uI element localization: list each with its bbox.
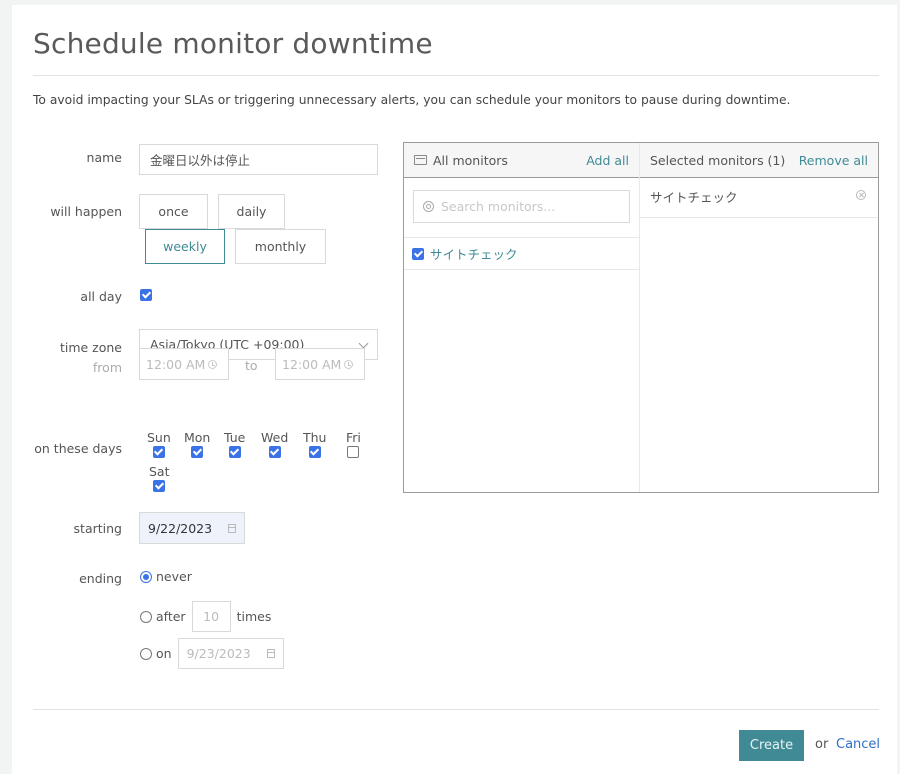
add-all-link[interactable]: Add all [586,153,629,168]
monitor-search-wrap: Search monitors... [404,178,639,238]
create-button[interactable]: Create [739,730,804,761]
search-icon [423,201,434,212]
ending-label: ending [79,571,122,586]
from-label: from [92,360,122,375]
day-sat-checkbox[interactable] [153,480,166,492]
day-sun-label: Sun [147,430,171,445]
day-tue[interactable]: Tue [224,431,245,458]
monitor-picker: All monitors Add all Search monitors... … [403,142,879,493]
folder-icon [414,155,427,165]
ending-after-label: after [156,609,186,624]
day-sat[interactable]: Sat [149,465,170,492]
day-tue-checkbox[interactable] [228,446,241,458]
day-tue-label: Tue [224,430,246,445]
day-wed-label: Wed [261,430,289,445]
day-wed[interactable]: Wed [261,431,288,458]
monitor-search-placeholder: Search monitors... [441,199,556,214]
ending-never-option[interactable]: never [140,569,192,584]
cancel-link[interactable]: Cancel [836,737,880,752]
selected-monitors-header: Selected monitors (1) Remove all [640,143,878,178]
day-mon-checkbox[interactable] [191,446,204,458]
day-thu-label: Thu [303,430,327,445]
remove-circle-icon[interactable] [856,190,866,200]
frequency-label: will happen [50,204,122,219]
name-input-value: 金曜日以外は停止 [150,153,251,168]
all-day-label: all day [80,289,122,304]
ending-on-radio[interactable] [140,647,152,660]
days-label: on these days [34,441,122,456]
available-monitor-checkbox[interactable] [412,247,424,260]
available-monitor-name: サイトチェック [430,247,518,262]
to-time-input[interactable]: 12:00 AM [275,348,365,380]
from-time-value: 12:00 AM [146,356,206,372]
intro-text: To avoid impacting your SLAs or triggeri… [33,93,791,107]
day-mon-label: Mon [184,430,211,445]
day-sun-checkbox[interactable] [152,446,165,458]
frequency-daily-button[interactable]: daily [218,194,285,229]
clock-icon [344,359,354,369]
day-sun[interactable]: Sun [147,431,171,458]
ending-never-label: never [156,569,192,584]
day-sat-label: Sat [149,464,170,479]
ending-never-radio[interactable] [140,570,152,583]
starting-date-value: 9/22/2023 [148,520,213,536]
selected-monitor-name: サイトチェック [650,190,738,205]
ending-after-radio[interactable] [140,610,152,623]
frequency-monthly-button[interactable]: monthly [235,229,326,264]
starting-date-input[interactable]: 9/22/2023 [139,512,245,544]
frequency-weekly-button[interactable]: weekly [145,229,225,264]
ending-after-count-input[interactable]: 10 [191,601,231,632]
ending-times-label: times [236,609,272,624]
page-title: Schedule monitor downtime [33,27,433,60]
day-wed-checkbox[interactable] [268,446,281,458]
to-label: to [245,358,258,373]
calendar-icon [228,523,236,533]
all-monitors-column: All monitors Add all Search monitors... … [404,143,640,492]
all-monitors-header: All monitors Add all [404,143,639,178]
selected-monitor-item: サイトチェック [640,178,878,218]
remove-all-link[interactable]: Remove all [799,153,868,168]
starting-label: starting [73,521,122,536]
ending-on-date-value: 9/23/2023 [186,646,251,661]
footer-divider [33,709,879,710]
name-label: name [86,150,122,165]
available-monitor-item[interactable]: サイトチェック [404,238,639,270]
to-time-value: 12:00 AM [282,356,342,372]
name-input[interactable]: 金曜日以外は停止 [139,144,378,175]
schedule-downtime-panel: Schedule monitor downtime To avoid impac… [12,5,897,774]
selected-monitors-column: Selected monitors (1) Remove all サイトチェック [640,143,878,492]
chevron-down-icon [358,338,369,349]
day-thu-checkbox[interactable] [308,446,321,458]
ending-on-label: on [156,646,172,661]
ending-on-option[interactable]: on 9/23/2023 [140,638,284,669]
frequency-once-button[interactable]: once [139,194,208,229]
time-zone-label: time zone [59,340,122,355]
ending-after-option[interactable]: after 10 times [140,601,271,632]
selected-monitors-title: Selected monitors (1) [650,152,786,168]
clock-icon [208,359,218,369]
monitor-search-input[interactable]: Search monitors... [413,190,630,223]
or-text: or [815,737,829,752]
day-fri-checkbox[interactable] [347,446,360,458]
day-mon[interactable]: Mon [184,431,210,458]
calendar-icon [266,649,275,658]
day-fri-label: Fri [346,430,361,445]
ending-after-count-value: 10 [203,609,220,624]
title-divider [33,75,879,76]
day-thu[interactable]: Thu [303,431,326,458]
day-fri[interactable]: Fri [346,431,361,458]
ending-on-date-input[interactable]: 9/23/2023 [177,638,284,669]
from-time-input[interactable]: 12:00 AM [139,348,229,380]
all-monitors-title: All monitors [433,152,508,168]
all-day-checkbox[interactable] [140,289,152,301]
